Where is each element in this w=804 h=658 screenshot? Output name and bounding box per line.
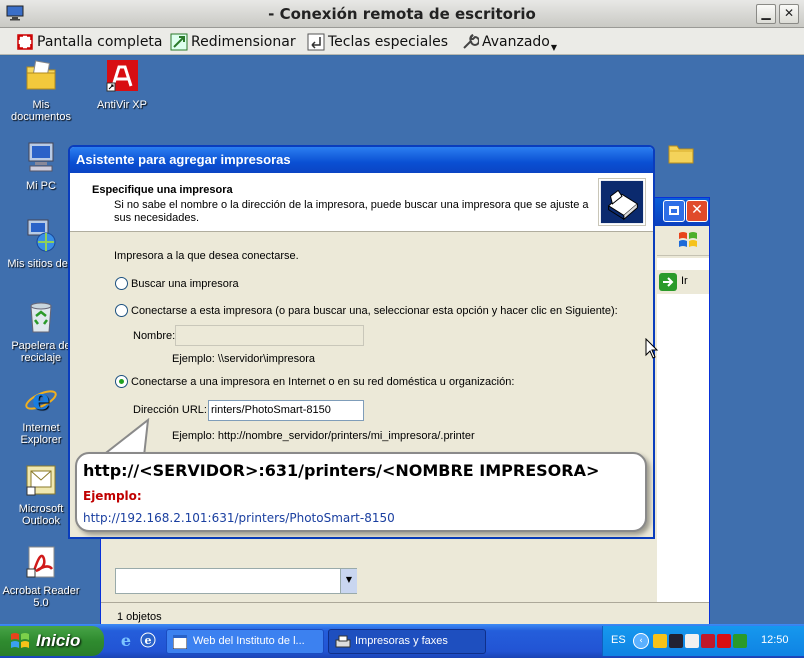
antivir-tray-icon[interactable] bbox=[717, 634, 731, 648]
resize-label: Redimensionar bbox=[191, 34, 296, 50]
window-title: - Conexión remota de escritorio bbox=[268, 5, 536, 23]
remote-desktop-titlebar: - Conexión remota de escritorio ▁ ✕ bbox=[0, 0, 804, 28]
fullscreen-label: Pantalla completa bbox=[37, 34, 163, 50]
status-text: 1 objetos bbox=[117, 611, 162, 623]
mouse-cursor-icon bbox=[645, 338, 659, 359]
desktop-icon-label: Acrobat Reader 5.0 bbox=[2, 585, 80, 609]
language-indicator[interactable]: ES bbox=[611, 634, 626, 646]
task-button-web[interactable]: Web del Instituto de l... bbox=[166, 629, 324, 654]
go-arrow-icon bbox=[659, 273, 677, 291]
windows-logo-icon bbox=[11, 633, 29, 648]
recycle-bin-icon bbox=[30, 302, 52, 333]
network-icon bbox=[27, 219, 56, 252]
resize-icon bbox=[170, 33, 188, 51]
explorer-menubar bbox=[657, 226, 709, 256]
task-button-printers[interactable]: Impresoras y faxes bbox=[328, 629, 486, 654]
special-keys-button[interactable]: Teclas especiales bbox=[307, 32, 448, 52]
ie-icon: e bbox=[25, 383, 57, 416]
svg-text:e: e bbox=[32, 383, 50, 416]
quicklaunch-ie-icon[interactable]: e bbox=[118, 632, 134, 648]
clock: 12:50 bbox=[761, 634, 789, 646]
radio-connect-name-label[interactable]: Conectarse a esta impresora (o para busc… bbox=[131, 305, 618, 317]
desktop-icon-label: AntiVir XP bbox=[97, 99, 147, 111]
explorer-content bbox=[657, 258, 709, 616]
connect-prompt: Impresora a la que desea conectarse. bbox=[114, 250, 299, 262]
tray-arrow-icon[interactable]: ‹ bbox=[633, 633, 649, 649]
close-button[interactable]: ✕ bbox=[779, 4, 799, 24]
scroll-down-icon[interactable]: ▼ bbox=[340, 569, 357, 593]
desktop-icon-label: Mis documentos bbox=[11, 99, 71, 123]
go-button[interactable]: Ir bbox=[657, 270, 709, 294]
antivir-icon bbox=[106, 60, 138, 92]
shield-icon[interactable] bbox=[653, 634, 667, 648]
wizard-title: Asistente para agregar impresoras bbox=[70, 147, 653, 173]
volume-icon[interactable] bbox=[685, 634, 699, 648]
computer-icon bbox=[28, 142, 54, 172]
desktop-icon-antivir[interactable]: AntiVir XP bbox=[83, 59, 161, 111]
fullscreen-button[interactable]: Pantalla completa bbox=[16, 32, 163, 52]
wizard-header-subtitle: Si no sabe el nombre o la dirección de l… bbox=[114, 199, 589, 224]
explorer-close-button[interactable]: ✕ bbox=[686, 200, 708, 222]
wrench-icon bbox=[463, 34, 479, 49]
radio-connect-name[interactable] bbox=[115, 304, 128, 317]
url-field-label: Dirección URL: bbox=[133, 404, 207, 416]
special-keys-label: Teclas especiales bbox=[328, 34, 449, 50]
svg-text:e: e bbox=[145, 634, 152, 647]
radio-browse-label[interactable]: Buscar una impresora bbox=[131, 278, 239, 290]
desktop-icon-my-documents[interactable]: Mis documentos bbox=[2, 59, 80, 123]
minimize-button[interactable]: ▁ bbox=[756, 4, 776, 24]
keyboard-enter-icon bbox=[307, 33, 325, 51]
callout-example-label: Ejemplo: bbox=[83, 489, 142, 503]
name-field-label: Nombre: bbox=[133, 330, 176, 342]
explorer-maximize-button[interactable] bbox=[663, 200, 685, 222]
name-example: Ejemplo: \\servidor\impresora bbox=[172, 353, 316, 365]
security-icon[interactable] bbox=[701, 634, 715, 648]
advanced-menu[interactable]: Avanzado ▼ bbox=[461, 32, 557, 52]
hint-callout: http://<SERVIDOR>:631/printers/<NOMBRE I… bbox=[75, 452, 647, 532]
acrobat-icon bbox=[26, 546, 55, 578]
folder-documents-icon bbox=[26, 60, 56, 90]
outlook-icon bbox=[26, 465, 56, 496]
callout-example-url: http://192.168.2.101:631/printers/PhotoS… bbox=[83, 511, 395, 525]
radio-browse[interactable] bbox=[115, 277, 128, 290]
remote-desktop-toolbar: Pantalla completa Redimensionar Teclas e… bbox=[0, 28, 804, 55]
printer-icon bbox=[598, 178, 646, 226]
quicklaunch-ie2-icon[interactable]: e bbox=[140, 632, 156, 648]
svg-text:e: e bbox=[121, 632, 131, 648]
wizard-header-title: Especifique una impresora bbox=[92, 184, 233, 196]
printers-icon bbox=[335, 635, 351, 648]
name-field[interactable] bbox=[175, 325, 364, 346]
windows-logo-icon bbox=[679, 232, 697, 247]
radio-internet[interactable] bbox=[115, 375, 128, 388]
callout-url-pattern: http://<SERVIDOR>:631/printers/<NOMBRE I… bbox=[83, 461, 600, 480]
start-button[interactable]: Inicio bbox=[0, 626, 104, 656]
system-tray: ES ‹ 12:50 bbox=[602, 626, 804, 656]
start-label: Inicio bbox=[36, 631, 81, 650]
fullscreen-icon bbox=[17, 34, 33, 50]
explorer-scroll-area: ▼ bbox=[115, 568, 357, 594]
url-field[interactable]: rinters/PhotoSmart-8150 bbox=[208, 400, 364, 421]
folder-icon[interactable] bbox=[668, 142, 694, 164]
url-example: Ejemplo: http://nombre_servidor/printers… bbox=[172, 430, 475, 442]
taskbar: Inicio e e Web del Instituto de l... Imp… bbox=[0, 624, 804, 658]
advanced-label: Avanzado bbox=[482, 34, 550, 50]
resize-button[interactable]: Redimensionar bbox=[170, 32, 296, 52]
update-icon[interactable] bbox=[733, 634, 747, 648]
go-label: Ir bbox=[681, 275, 688, 287]
task-label: Web del Instituto de l... bbox=[193, 635, 305, 647]
desktop-icon-acrobat[interactable]: Acrobat Reader 5.0 bbox=[2, 545, 80, 609]
wizard-header: Especifique una impresora Si no sabe el … bbox=[70, 173, 653, 232]
task-label: Impresoras y faxes bbox=[355, 635, 448, 647]
radio-internet-label[interactable]: Conectarse a una impresora en Internet o… bbox=[131, 376, 514, 388]
chevron-down-icon: ▼ bbox=[550, 42, 558, 52]
network-tray-icon[interactable] bbox=[669, 634, 683, 648]
browser-window-icon bbox=[173, 635, 187, 649]
